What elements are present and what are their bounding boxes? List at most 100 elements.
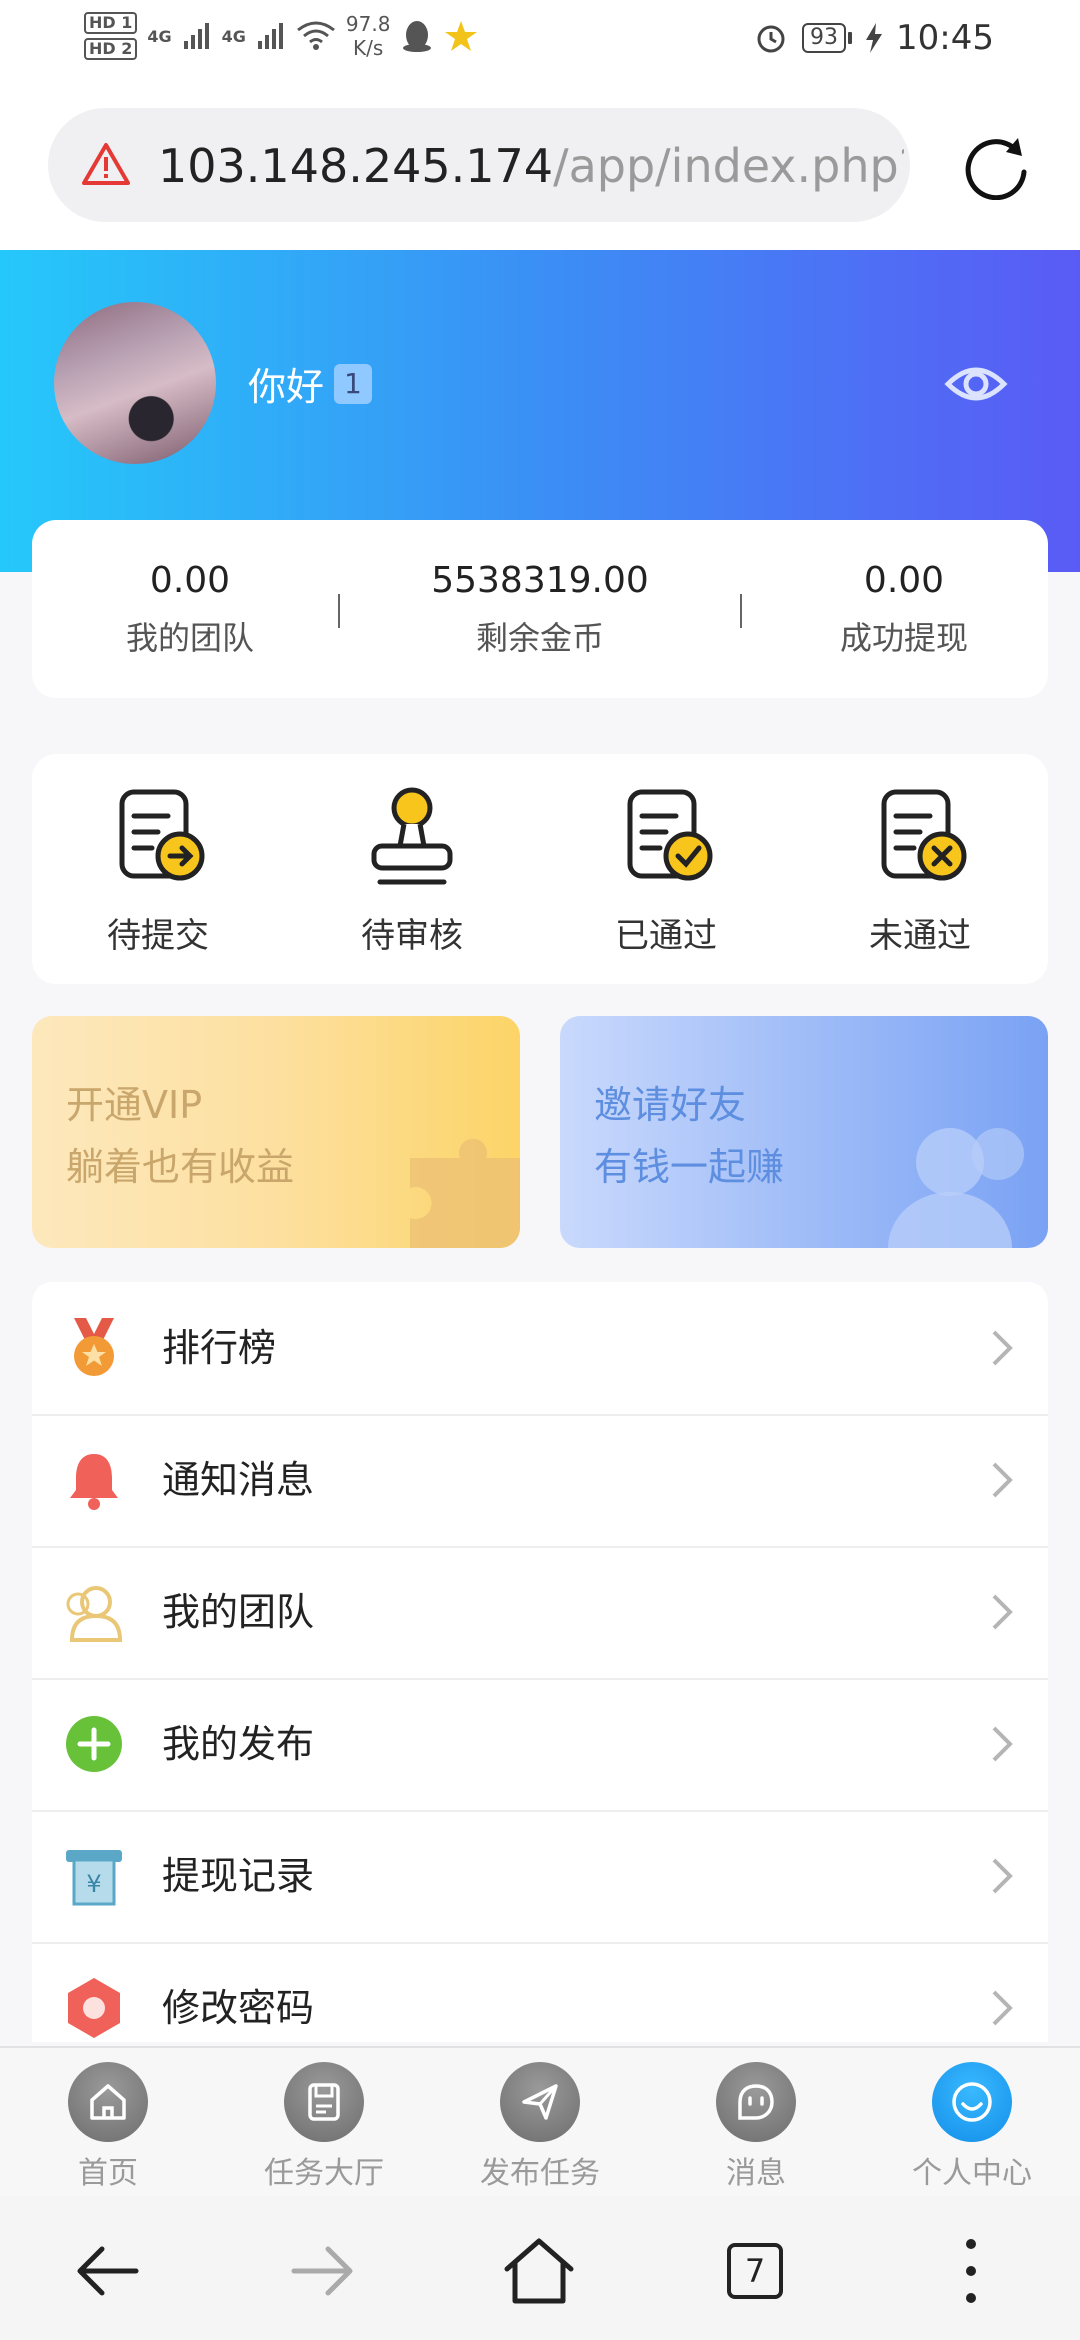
status-bar-right: 93 10:45 bbox=[754, 18, 994, 58]
chevron-right-icon bbox=[992, 1330, 1013, 1366]
task-pending-review[interactable]: 待审核 bbox=[312, 784, 512, 957]
task-status-card: 待提交 待审核 已通过 未通过 bbox=[32, 754, 1048, 984]
divider bbox=[338, 594, 340, 628]
speed-unit: K/s bbox=[353, 36, 384, 60]
stat-value: 0.00 bbox=[863, 560, 945, 601]
chevron-right-icon bbox=[992, 1990, 1013, 2026]
menu-item-withdraw-records[interactable]: ¥ 提现记录 bbox=[32, 1810, 1048, 1944]
speed-value: 97.8 bbox=[345, 12, 391, 36]
stat-team[interactable]: 0.00 我的团队 bbox=[40, 560, 340, 659]
tab-task-hall[interactable]: 任务大厅 bbox=[216, 2062, 432, 2192]
signal-icon bbox=[183, 23, 209, 49]
battery-tip bbox=[848, 32, 853, 44]
back-button[interactable] bbox=[62, 2226, 152, 2316]
chevron-right-icon bbox=[992, 1594, 1013, 1630]
tab-profile[interactable]: 个人中心 bbox=[864, 2062, 1080, 2192]
qq-penguin-icon bbox=[403, 21, 432, 52]
svg-text:¥: ¥ bbox=[86, 1870, 101, 1898]
rejected-icon bbox=[881, 789, 967, 881]
forward-arrow-icon bbox=[291, 2246, 353, 2296]
tab-label: 发布任务 bbox=[480, 2156, 600, 2191]
task-label: 未通过 bbox=[869, 916, 971, 956]
warning-icon[interactable] bbox=[82, 142, 130, 186]
task-hall-icon bbox=[284, 2062, 364, 2142]
chevron-right-icon bbox=[992, 1726, 1013, 1762]
tab-home[interactable]: 首页 bbox=[0, 2062, 216, 2192]
star-app-icon bbox=[445, 21, 478, 51]
vip-promo-card[interactable]: 开通VIP 躺着也有收益 bbox=[32, 1016, 520, 1248]
net1-label: 4G bbox=[147, 26, 172, 46]
menu-list: 排行榜 通知消息 我的团队 我的发布 ¥ 提现记录 修改密码 bbox=[32, 1282, 1048, 2042]
net2-label: 4G bbox=[221, 26, 246, 46]
stats-card: 0.00 我的团队 5538319.00 剩余金币 0.00 成功提现 bbox=[32, 520, 1048, 698]
tab-messages[interactable]: 消息 bbox=[648, 2062, 864, 2192]
signal-icon bbox=[257, 23, 283, 49]
level-badge: 1 bbox=[334, 363, 372, 404]
menu-label: 我的团队 bbox=[162, 1590, 315, 1634]
invite-promo-card[interactable]: 邀请好友 有钱一起赚 bbox=[560, 1016, 1048, 1248]
avatar[interactable] bbox=[54, 302, 216, 464]
battery-level: 93 bbox=[802, 23, 847, 53]
withdraw-box-icon: ¥ bbox=[66, 1850, 122, 1906]
tab-label: 个人中心 bbox=[912, 2156, 1032, 2191]
stat-label: 成功提现 bbox=[839, 619, 968, 657]
tabs-button[interactable]: 7 bbox=[710, 2226, 800, 2316]
menu-item-ranking[interactable]: 排行榜 bbox=[32, 1282, 1048, 1416]
menu-label: 修改密码 bbox=[162, 1986, 315, 2030]
menu-label: 通知消息 bbox=[162, 1458, 315, 1502]
task-approved[interactable]: 已通过 bbox=[566, 784, 766, 957]
more-menu-button[interactable] bbox=[926, 2226, 1016, 2316]
stat-label: 剩余金币 bbox=[475, 619, 604, 657]
bottom-tab-bar: 首页 任务大厅 发布任务 消息 个人中心 bbox=[0, 2046, 1080, 2198]
sim-indicators: HD 1 HD 2 bbox=[84, 12, 138, 60]
promo-subtitle: 躺着也有收益 bbox=[66, 1145, 295, 1189]
team-icon bbox=[66, 1586, 123, 1642]
chevron-right-icon bbox=[992, 1858, 1013, 1894]
forward-button[interactable] bbox=[278, 2226, 368, 2316]
tabs-count: 7 bbox=[727, 2243, 783, 2299]
task-label: 待审核 bbox=[361, 916, 463, 956]
menu-label: 我的发布 bbox=[162, 1722, 315, 1766]
tab-label: 任务大厅 bbox=[264, 2156, 384, 2191]
task-rejected[interactable]: 未通过 bbox=[820, 784, 1020, 957]
home-button[interactable] bbox=[494, 2226, 584, 2316]
more-vertical-icon bbox=[966, 2239, 976, 2303]
stat-coins[interactable]: 5538319.00 剩余金币 bbox=[390, 560, 690, 659]
medal-icon bbox=[74, 1318, 114, 1376]
bell-icon bbox=[70, 1454, 118, 1510]
menu-item-my-team[interactable]: 我的团队 bbox=[32, 1546, 1048, 1680]
wifi-icon bbox=[296, 21, 335, 50]
menu-item-change-password[interactable]: 修改密码 bbox=[32, 1942, 1048, 2042]
reload-icon[interactable] bbox=[960, 128, 1032, 200]
eye-icon[interactable] bbox=[944, 352, 1008, 416]
sim2-hd: HD 2 bbox=[84, 38, 138, 60]
people-icon bbox=[888, 1128, 1024, 1248]
puzzle-icon bbox=[410, 1138, 520, 1248]
network-speed: 97.8 K/s bbox=[346, 12, 391, 60]
tab-publish-task[interactable]: 发布任务 bbox=[432, 2062, 648, 2192]
address-text[interactable]: 103.148.245.174/app/index.php?i= bbox=[158, 136, 904, 196]
tab-label: 首页 bbox=[78, 2156, 138, 2191]
status-bar-left: HD 1 HD 2 4G 4G 97.8 K/s bbox=[84, 12, 478, 60]
home-icon bbox=[68, 2062, 148, 2142]
url-host: 103.148.245.174 bbox=[158, 139, 554, 193]
greeting-text: 你好 bbox=[248, 365, 325, 409]
divider bbox=[740, 594, 742, 628]
menu-label: 提现记录 bbox=[162, 1854, 315, 1898]
menu-item-my-posts[interactable]: 我的发布 bbox=[32, 1678, 1048, 1812]
password-hexagon-icon bbox=[68, 1978, 120, 2038]
url-path: /app/index.php?i= bbox=[553, 139, 904, 193]
profile-icon bbox=[932, 2062, 1012, 2142]
chevron-right-icon bbox=[992, 1462, 1013, 1498]
menu-label: 排行榜 bbox=[162, 1326, 277, 1370]
back-arrow-icon bbox=[77, 2246, 139, 2296]
task-pending-submit[interactable]: 待提交 bbox=[58, 784, 258, 957]
sim1-hd: HD 1 bbox=[84, 12, 138, 34]
alarm-icon bbox=[757, 25, 785, 53]
promo-title: 开通VIP bbox=[66, 1083, 203, 1127]
greeting: 你好 1 bbox=[248, 356, 372, 411]
menu-item-notifications[interactable]: 通知消息 bbox=[32, 1414, 1048, 1548]
stat-value: 0.00 bbox=[149, 560, 231, 601]
stat-value: 5538319.00 bbox=[431, 560, 649, 601]
stat-withdrawn[interactable]: 0.00 成功提现 bbox=[754, 560, 1054, 659]
